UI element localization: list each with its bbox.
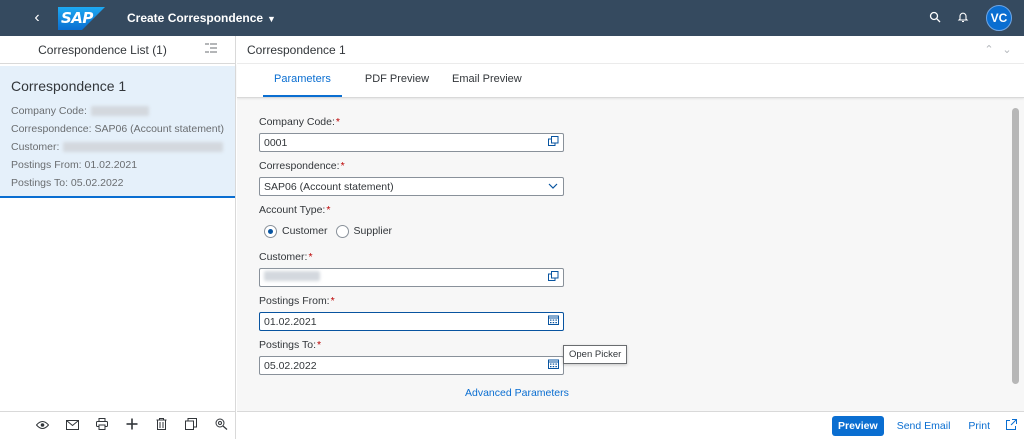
radio-unselected-icon [335, 224, 349, 238]
copy-icon[interactable] [177, 418, 207, 433]
customer-label: Customer:* [259, 251, 313, 263]
list-item-correspondence: Correspondence: SAP06 (Account statement… [11, 123, 225, 135]
master-header: Correspondence List (1) [0, 36, 235, 64]
list-item-postings-from: Postings From: 01.02.2021 [11, 159, 138, 171]
customer-label: Customer: [11, 141, 60, 153]
required-marker: * [330, 295, 335, 307]
item-navigation: ⌃ ⌄ [980, 43, 1016, 56]
list-item-customer: Customer: [11, 138, 235, 156]
value-help-icon[interactable] [543, 136, 563, 149]
customer-field[interactable] [259, 268, 564, 287]
print-button[interactable]: Print [968, 420, 990, 432]
scrollbar-thumb[interactable] [1012, 108, 1019, 384]
list-item-postings-to: Postings To: 05.02.2022 [11, 177, 124, 189]
customer-value [264, 271, 543, 284]
required-marker: * [340, 160, 345, 172]
redacted-value [90, 106, 149, 116]
account-type-radio-group: Customer Supplier [264, 221, 569, 241]
required-marker: * [326, 204, 331, 216]
required-marker: * [317, 339, 322, 351]
advanced-parameters-link[interactable]: Advanced Parameters [465, 387, 569, 399]
required-marker: * [308, 251, 313, 263]
value-help-icon[interactable] [543, 271, 563, 284]
calendar-icon[interactable] [543, 359, 563, 372]
chevron-up-icon[interactable]: ⌃ [980, 43, 998, 56]
radio-supplier[interactable]: Supplier [335, 224, 393, 238]
chevron-down-icon[interactable]: ⌄ [998, 43, 1016, 56]
detail-footer: Preview Send Email Print [237, 411, 1024, 439]
list-item-company-code: Company Code: [11, 102, 235, 120]
postings-to-value: 05.02.2022 [264, 359, 317, 372]
sort-list-icon[interactable] [201, 43, 221, 57]
shell-actions: VC [922, 5, 1024, 31]
preview-icon[interactable] [28, 419, 58, 433]
radio-supplier-label: Supplier [353, 225, 393, 237]
share-icon[interactable] [1004, 418, 1018, 433]
postings-from-value: 01.02.2021 [264, 315, 317, 328]
company-code-label: Company Code: [11, 105, 87, 117]
company-code-field[interactable]: 0001 [259, 133, 564, 152]
tab-email-preview[interactable]: Email Preview [452, 64, 522, 97]
search-icon[interactable] [922, 11, 948, 26]
back-icon[interactable]: ‹ [26, 9, 48, 27]
detail-pane: Correspondence 1 ⌃ ⌄ Parameters PDF Prev… [237, 36, 1024, 439]
email-icon[interactable] [58, 419, 88, 433]
correspondence-select[interactable]: SAP06 (Account statement) [259, 177, 564, 196]
list-item[interactable]: Correspondence 1 Company Code: Correspon… [0, 66, 235, 198]
detail-header: Correspondence 1 ⌃ ⌄ [237, 36, 1024, 64]
correspondence-value: SAP06 (Account statement) [264, 180, 394, 193]
caret-down-icon: ▼ [267, 14, 276, 24]
chevron-down-icon[interactable] [543, 181, 563, 192]
tab-parameters[interactable]: Parameters [263, 64, 342, 97]
app-title-menu[interactable]: Create Correspondence ▼ [127, 11, 276, 25]
sap-logo-text: SAP [61, 8, 93, 27]
company-code-label: Company Code:* [259, 116, 340, 128]
tab-pdf-preview[interactable]: PDF Preview [365, 64, 429, 97]
company-code-value: 0001 [264, 136, 288, 149]
radio-selected-icon [264, 224, 277, 238]
postings-from-datepicker[interactable]: 01.02.2021 [259, 312, 564, 331]
account-type-label: Account Type:* [259, 204, 331, 216]
app-title: Create Correspondence [127, 11, 264, 25]
redacted-value [63, 142, 224, 152]
master-footer [0, 411, 236, 439]
radio-customer[interactable]: Customer [264, 224, 328, 238]
radio-customer-label: Customer [282, 225, 328, 237]
detail-title: Correspondence 1 [247, 42, 346, 57]
parameters-form: Company Code:* 0001 Correspondence:* SAP… [259, 116, 569, 375]
print-icon[interactable] [87, 418, 117, 433]
bell-icon[interactable] [950, 11, 976, 26]
sap-logo[interactable]: SAP [58, 6, 105, 30]
scrollbar[interactable] [1012, 108, 1020, 388]
tab-bar: Parameters PDF Preview Email Preview [237, 64, 1024, 98]
master-title: Correspondence List (1) [38, 42, 167, 57]
correspondence-label: Correspondence:* [259, 160, 345, 172]
add-icon[interactable] [117, 418, 147, 433]
redacted-value [264, 271, 320, 281]
required-marker: * [335, 116, 340, 128]
postings-from-label: Postings From:* [259, 295, 335, 307]
preview-button[interactable]: Preview [832, 415, 884, 436]
postings-to-label: Postings To:* [259, 339, 322, 351]
postings-to-datepicker[interactable]: 05.02.2022 [259, 356, 564, 375]
master-pane: Correspondence List (1) Correspondence 1… [0, 36, 236, 439]
avatar[interactable]: VC [986, 5, 1012, 31]
calendar-icon[interactable] [543, 315, 563, 328]
open-picker-tooltip: Open Picker [563, 345, 628, 364]
send-email-button[interactable]: Send Email [897, 420, 951, 432]
settings-search-icon[interactable] [206, 418, 236, 433]
shell-bar: ‹ SAP Create Correspondence ▼ VC [0, 0, 1024, 36]
delete-icon[interactable] [147, 418, 177, 433]
list-item-title: Correspondence 1 [11, 78, 127, 94]
